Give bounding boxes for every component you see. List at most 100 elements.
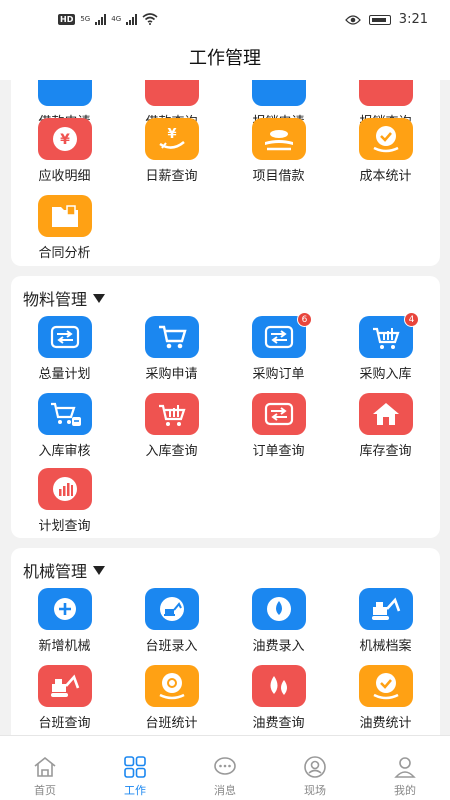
eye-icon: [344, 14, 361, 25]
grid-item-label: 库存查询: [359, 444, 412, 459]
grid-item-purchase-apply[interactable]: 采购申请: [118, 316, 225, 386]
grid-item-receivable[interactable]: ¥ 应收明细: [11, 118, 118, 188]
grid-item-stock-query[interactable]: 库存查询: [332, 393, 439, 463]
machinery-section-header[interactable]: 机械管理: [23, 558, 106, 582]
grid-item-label: 入库查询: [145, 444, 198, 459]
grid-item-shift-query[interactable]: 台班查询: [11, 665, 118, 735]
excavator-icon: [359, 588, 413, 630]
excavator-icon: [38, 665, 92, 707]
grid-item-label: 日薪查询: [145, 169, 198, 184]
grid-item-label: 油费查询: [252, 716, 305, 731]
cost-stat-icon: [359, 118, 413, 160]
section-title: 机械管理: [23, 562, 88, 581]
network-1: 5G: [80, 15, 91, 23]
grid-item-label: 台班查询: [38, 716, 91, 731]
grid-item-machine-archive[interactable]: 机械档案: [332, 588, 439, 658]
tab-work[interactable]: 工作: [90, 736, 180, 800]
status-right: 3:21: [344, 12, 428, 27]
reimburse-apply-icon: [252, 80, 306, 106]
chat-stat-icon: [145, 665, 199, 707]
grid-item-shift-stat[interactable]: 台班统计: [118, 665, 225, 735]
grid-item-label: 采购订单: [252, 367, 305, 382]
section-title: 物料管理: [23, 290, 88, 309]
grid-item-project-loan[interactable]: 项目借款: [225, 118, 332, 188]
wifi-icon: [142, 13, 158, 25]
grid-item-label: 机械档案: [359, 639, 412, 654]
materials-section-header[interactable]: 物料管理: [23, 286, 106, 310]
network-2: 4G: [111, 15, 122, 23]
grid-item-shift-entry[interactable]: 台班录入: [118, 588, 225, 658]
drop-icon: [252, 588, 306, 630]
grid-item-inbound-query[interactable]: 入库查询: [118, 393, 225, 463]
signal-icon-2: [126, 13, 138, 25]
grid-item-label: 应收明细: [38, 169, 91, 184]
tab-label: 我的: [394, 784, 416, 797]
grid-item-label: 油费统计: [359, 716, 412, 731]
grid-item-label: 采购申请: [145, 367, 198, 382]
caret-down-icon: [93, 293, 106, 303]
loan-query-icon: [145, 80, 199, 106]
grid-item-daily-wage[interactable]: ¥ 日薪查询: [118, 118, 225, 188]
home-icon: [359, 393, 413, 435]
grid-item-add-machine[interactable]: 新增机械: [11, 588, 118, 658]
excavator-icon: [145, 588, 199, 630]
finance-card: 借款申请 借款查询 报销申请 报销查询 ¥ 应收明细 ¥ 日薪查询: [11, 80, 440, 266]
grid-item-total-plan[interactable]: 总量计划: [11, 316, 118, 386]
home-outline-icon: [34, 756, 56, 777]
grid-item-fuel-query[interactable]: 油费查询: [225, 665, 332, 735]
grid-item-label: 总量计划: [38, 367, 91, 382]
grid-item-label: 新增机械: [38, 639, 91, 654]
drops-icon: [252, 665, 306, 707]
status-left: HD 5G 4G: [58, 13, 158, 25]
grid-item-label: 油费录入: [252, 639, 305, 654]
grid-item-purchase-order[interactable]: 6 采购订单: [225, 312, 332, 386]
tab-site[interactable]: 现场: [270, 736, 360, 800]
grid-item-order-query[interactable]: 订单查询: [225, 393, 332, 463]
caret-down-icon: [93, 565, 106, 575]
yen-icon: ¥: [38, 118, 92, 160]
tab-mine[interactable]: 我的: [360, 736, 450, 800]
tab-home[interactable]: 首页: [0, 736, 90, 800]
signal-icon: [95, 13, 107, 25]
grid-item-label: 采购入库: [359, 367, 412, 382]
app-header: 工作管理: [0, 40, 450, 80]
daily-wage-icon: ¥: [145, 118, 199, 160]
svg-text:¥: ¥: [167, 127, 176, 142]
cart-icon: [145, 316, 199, 358]
machinery-card: 机械管理 新增机械 台班录入 油费录入 机械档案 台班查询 台班统计 油费查询 …: [11, 548, 440, 735]
site-icon: [304, 756, 326, 778]
bar-chart-icon: [38, 468, 92, 510]
tab-label: 工作: [124, 784, 146, 797]
grid-item-fuel-entry[interactable]: 油费录入: [225, 588, 332, 658]
grid-icon: [124, 756, 146, 778]
grid-item-label: 台班录入: [145, 639, 198, 654]
tab-label: 首页: [34, 784, 56, 797]
grid-item-label: 入库审核: [38, 444, 91, 459]
content-scroll[interactable]: 借款申请 借款查询 报销申请 报销查询 ¥ 应收明细 ¥ 日薪查询: [0, 80, 450, 735]
reimburse-query-icon: [359, 80, 413, 106]
grid-item-contract-analysis[interactable]: 合同分析: [11, 195, 118, 265]
hd-icon: HD: [58, 13, 76, 25]
tab-messages[interactable]: 消息: [180, 736, 270, 800]
loan-apply-icon: [38, 80, 92, 106]
project-loan-icon: [252, 118, 306, 160]
grid-item-purchase-inbound[interactable]: 4 采购入库: [332, 312, 439, 386]
grid-item-cost-stat[interactable]: 成本统计: [332, 118, 439, 188]
tab-label: 消息: [214, 784, 236, 797]
plus-icon: [38, 588, 92, 630]
grid-item-label: 计划查询: [38, 519, 91, 534]
grid-item-label: 合同分析: [38, 246, 91, 261]
battery-icon: [368, 14, 391, 25]
page-title: 工作管理: [189, 48, 261, 69]
grid-item-label: 成本统计: [359, 169, 412, 184]
cart-check-icon: [38, 393, 92, 435]
grid-item-inbound-review[interactable]: 入库审核: [11, 393, 118, 463]
badge-count: 6: [297, 312, 312, 327]
cost-stat-icon: [359, 665, 413, 707]
cart-chart-icon: [145, 393, 199, 435]
message-icon: [214, 757, 236, 775]
svg-text:¥: ¥: [60, 132, 70, 148]
grid-item-plan-query[interactable]: 计划查询: [11, 468, 118, 538]
grid-item-fuel-stat[interactable]: 油费统计: [332, 665, 439, 735]
grid-item-label: 台班统计: [145, 716, 198, 731]
